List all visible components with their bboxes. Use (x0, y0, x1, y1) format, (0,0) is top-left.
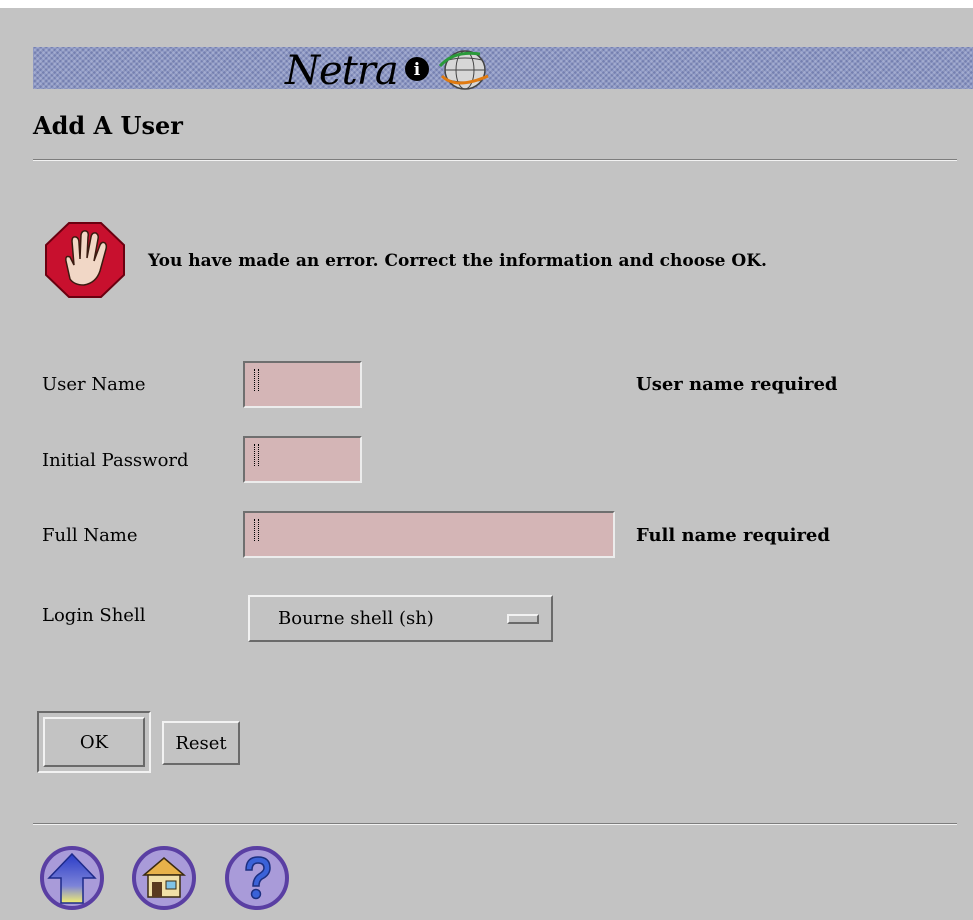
divider-bottom (33, 823, 957, 825)
login-shell-label: Login Shell (42, 605, 146, 626)
help-icon[interactable] (224, 845, 290, 911)
login-shell-value: Bourne shell (sh) (278, 608, 434, 629)
stop-hand-icon (44, 221, 126, 303)
login-shell-select[interactable]: Bourne shell (sh) (248, 595, 553, 642)
brand-logo: Netra i (285, 48, 494, 94)
user-name-input[interactable] (243, 361, 362, 408)
user-name-label: User Name (42, 374, 146, 395)
banner (33, 47, 973, 89)
ok-button[interactable]: OK (43, 717, 145, 767)
initial-password-label: Initial Password (42, 450, 189, 471)
user-name-error: User name required (636, 374, 838, 395)
up-arrow-icon[interactable] (39, 845, 105, 911)
text-cursor (254, 444, 259, 466)
globe-icon (436, 46, 494, 96)
brand-name: Netra (285, 48, 399, 94)
divider-top (33, 159, 957, 161)
text-cursor (254, 369, 259, 391)
top-edge (0, 0, 973, 8)
text-cursor (254, 519, 259, 541)
option-menu-indicator-icon (507, 614, 539, 624)
full-name-label: Full Name (42, 525, 138, 546)
full-name-input[interactable] (243, 511, 615, 558)
svg-text:i: i (413, 60, 420, 80)
home-icon[interactable] (131, 845, 197, 911)
reset-button[interactable]: Reset (162, 721, 240, 765)
initial-password-input[interactable] (243, 436, 362, 483)
error-message: You have made an error. Correct the info… (148, 251, 767, 271)
page-title: Add A User (33, 111, 183, 140)
info-icon: i (404, 56, 430, 86)
full-name-error: Full name required (636, 525, 830, 546)
